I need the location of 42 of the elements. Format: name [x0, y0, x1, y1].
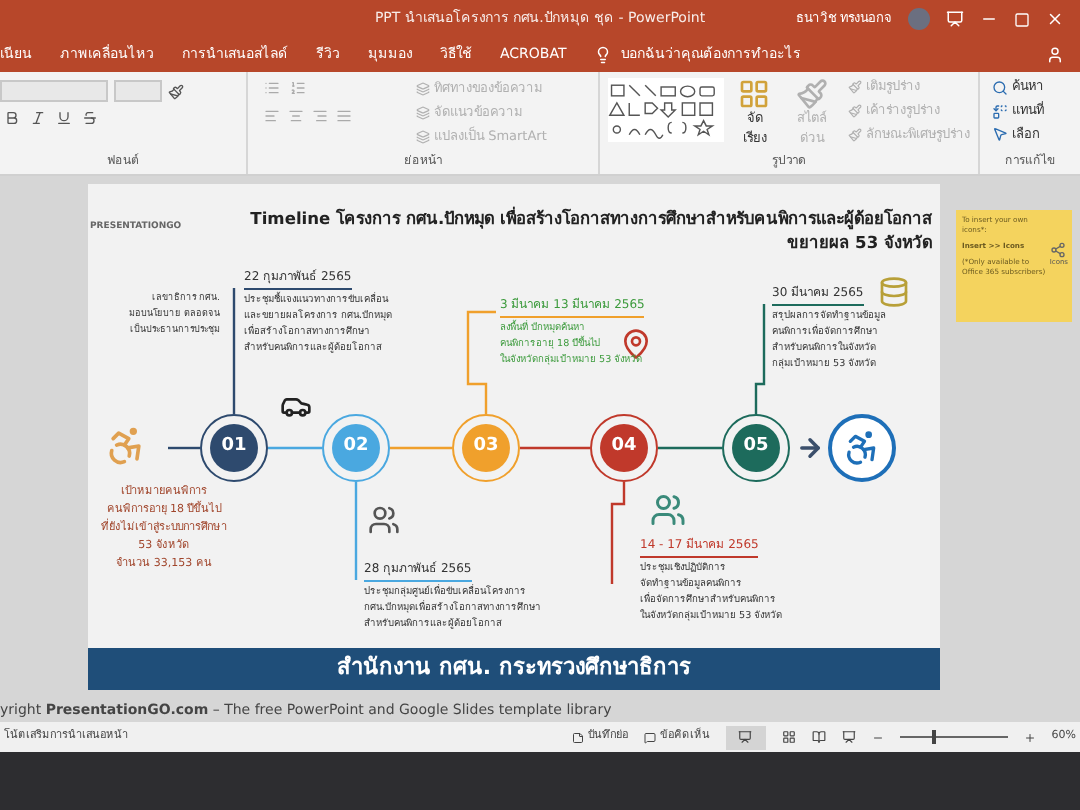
shape-format-icon: [848, 104, 862, 119]
close-icon[interactable]: [1046, 10, 1065, 28]
strikethrough-icon[interactable]: [82, 110, 98, 126]
step-number: 05: [732, 424, 780, 472]
slide-subtitle: ขยายผล 53 จังหวัด: [787, 230, 932, 256]
pointer-icon: [992, 126, 1008, 143]
italic-icon[interactable]: [30, 110, 46, 126]
meeting-icon: [368, 504, 400, 536]
slideshow-icon[interactable]: [841, 730, 856, 744]
share-person-icon[interactable]: [1046, 46, 1064, 64]
font-size-field[interactable]: [114, 80, 162, 102]
avatar: [908, 8, 931, 30]
slide-sorter-icon[interactable]: [781, 730, 796, 744]
step-number: 01: [210, 424, 258, 472]
restore-icon[interactable]: [1014, 11, 1031, 27]
normal-view-button[interactable]: [725, 725, 766, 749]
notes-icon: [571, 731, 584, 743]
slide-title: Timeline โครงการ กศน.ปักหมุด เพื่อสร้างโอกาสทางการศึกษาสำหรับคนพิการและผู้ด้อยโอกาส: [250, 206, 932, 231]
comment-icon: [643, 731, 656, 743]
normal-view-icon: [738, 730, 753, 744]
banner-text: สำนักงาน กศน. กระทรวงศึกษาธิการ: [337, 652, 691, 685]
underline-icon[interactable]: [56, 110, 72, 126]
quick-styles-icon: [796, 78, 829, 110]
shapes-gallery-drawing[interactable]: [608, 78, 725, 142]
zoom-in-icon[interactable]: [1023, 731, 1036, 743]
zoom-thumb[interactable]: [931, 730, 936, 744]
reading-view-icon[interactable]: [811, 730, 826, 744]
share-icon: [1050, 242, 1067, 258]
shape-format-icon: [848, 127, 862, 142]
step-number: 02: [332, 424, 380, 472]
search-icon: [992, 79, 1008, 96]
meeting-icon: [650, 492, 686, 528]
bold-icon[interactable]: [4, 110, 20, 126]
step-number: 03: [462, 424, 510, 472]
clear-format-icon[interactable]: [168, 83, 184, 99]
replace-icon: [992, 103, 1008, 120]
lightbulb-icon: [594, 46, 613, 64]
font-name-field[interactable]: [0, 80, 108, 102]
shape-format-icon: [848, 80, 862, 95]
database-icon: [878, 276, 910, 308]
step-number: 04: [600, 424, 648, 472]
arrange-icon: [738, 78, 771, 110]
